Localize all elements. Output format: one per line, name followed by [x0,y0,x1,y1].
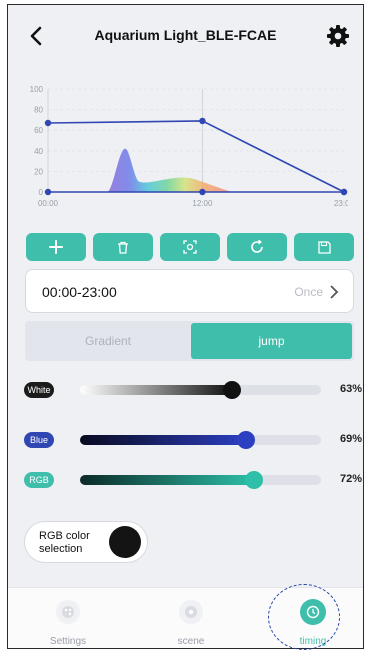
x-tick-label: 12:00 [192,199,213,208]
series-point[interactable] [44,119,52,127]
repeat-mode: Once [294,285,323,299]
x-tick-label: 23:00 [334,199,348,208]
x-tick-label: 00:00 [38,199,59,208]
y-tick-label: 40 [34,147,43,156]
page-title: Aquarium Light_BLE-FCAE [94,27,277,43]
slider-knob[interactable] [222,381,241,399]
add-button[interactable] [26,233,86,261]
y-tick-label: 20 [34,167,43,176]
slider-fill [80,435,247,445]
rgb-slider[interactable] [80,471,321,489]
save-icon [317,240,331,254]
highlight-circle [268,584,340,650]
slider-knob[interactable] [244,471,263,489]
series-point[interactable] [340,188,348,196]
channel-blue-row: Blue 69% [24,429,362,451]
save-button[interactable] [294,233,354,261]
y-tick-label: 60 [34,126,43,135]
delete-icon [118,241,128,254]
channel-chip-blue: Blue [24,432,54,448]
spectrum-graphic [108,148,232,192]
nav-label: scene [177,636,205,647]
rgb-color-selection[interactable]: RGB color selection [24,521,148,563]
light-schedule-chart[interactable]: 100 80 60 40 20 0 00:00 12:00 23:00 [26,75,348,215]
header: Aquarium Light_BLE-FCAE [8,5,363,65]
y-tick-label: 100 [30,85,44,94]
blue-percent: 69% [339,433,362,445]
channel-white-row: White 63% [24,379,362,401]
white-percent: 63% [339,383,362,395]
scene-icon [179,600,203,624]
chevron-right-icon [330,285,339,299]
blue-slider[interactable] [80,431,321,449]
baseline-point[interactable] [44,188,52,196]
nav-scene[interactable]: scene [151,594,231,648]
channel-chip-white: White [24,382,54,398]
jump-tab[interactable]: jump [191,323,352,359]
channel-chip-rgb: RGB [24,472,54,488]
slider-knob[interactable] [237,431,256,449]
y-tick-label: 80 [34,106,43,115]
time-range-selector[interactable]: 00:00-23:00 Once [25,269,354,313]
slider-fill [80,385,232,395]
delete-button[interactable] [93,233,153,261]
app-frame: Aquarium Light_BLE-FCAE 100 80 60 40 20 … [7,4,364,649]
white-slider[interactable] [80,381,321,399]
series-point[interactable] [199,117,206,125]
add-icon [49,240,63,254]
baseline-point[interactable] [199,188,206,196]
gear-icon[interactable] [326,24,350,48]
scan-button[interactable] [160,233,220,261]
reset-button[interactable] [227,233,287,261]
y-tick-label: 0 [39,188,44,197]
scan-icon [183,240,197,254]
rgb-percent: 72% [339,473,362,485]
palette-icon [56,600,80,624]
time-range-value: 00:00-23:00 [42,284,117,300]
nav-settings[interactable]: Settings [28,594,108,648]
slider-fill [80,475,254,485]
gradient-tab[interactable]: Gradient [25,321,191,361]
channel-rgb-row: RGB 72% [24,469,362,491]
nav-label: Settings [49,636,87,647]
rgb-selection-label: RGB color selection [39,530,90,555]
color-swatch[interactable] [109,526,141,558]
reset-icon [251,240,263,253]
mode-toggle: Gradient jump [25,321,354,361]
